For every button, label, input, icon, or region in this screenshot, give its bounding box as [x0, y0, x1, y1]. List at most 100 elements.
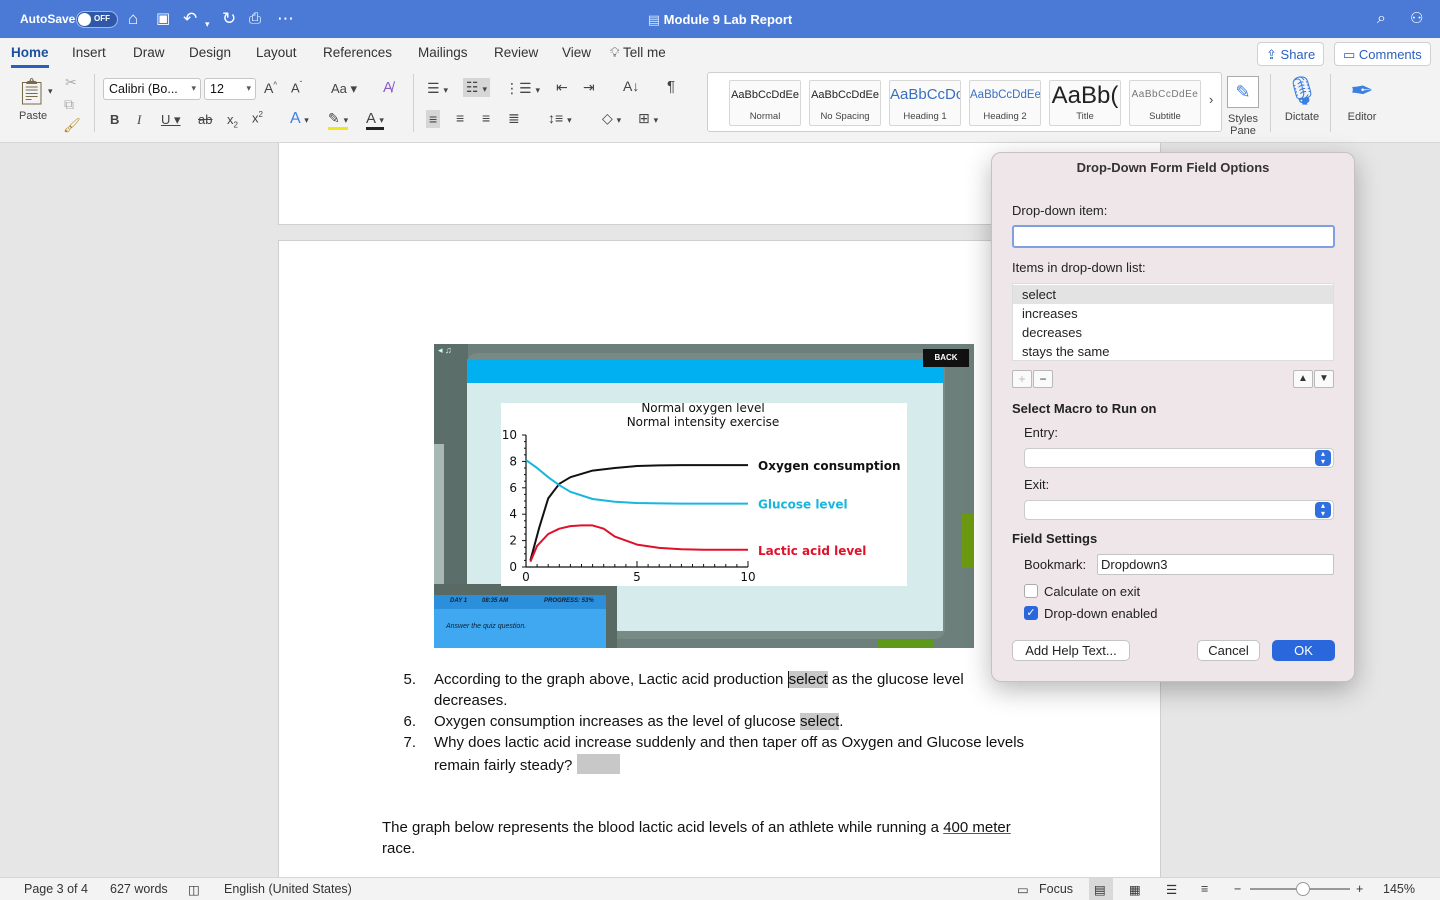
exit-macro-select[interactable]: ▴ ▾	[1024, 500, 1334, 520]
styles-pane-button[interactable]: ✎ Styles Pane	[1224, 74, 1262, 137]
shading-icon[interactable]: ◇ ▾	[602, 110, 621, 127]
align-right-icon[interactable]: ≡	[482, 110, 490, 126]
cancel-button[interactable]: Cancel	[1197, 640, 1260, 661]
underline-icon[interactable]: U ▾	[161, 112, 181, 128]
clear-formatting-icon[interactable]: A̸	[383, 79, 393, 96]
x-tick-label: 5	[633, 570, 641, 584]
decrease-indent-icon[interactable]: ⇤	[556, 79, 568, 96]
entry-macro-select[interactable]: ▴ ▾	[1024, 448, 1334, 468]
outline-view-icon[interactable]: ☰	[1166, 882, 1177, 897]
calculate-on-exit-checkbox[interactable]	[1024, 584, 1038, 598]
zoom-out-icon[interactable]: −	[1234, 882, 1241, 896]
tab-insert[interactable]: Insert	[72, 45, 106, 60]
font-name-box[interactable]: Calibri (Bo... ▾	[103, 78, 201, 100]
style-subtitle[interactable]: AaBbCcDdEe Subtitle	[1129, 80, 1201, 126]
align-center-icon[interactable]: ≡	[456, 110, 464, 126]
line-spacing-icon[interactable]: ↕≡ ▾	[548, 110, 572, 126]
paragraph-link[interactable]: 400 meter	[943, 819, 1011, 836]
list-item[interactable]: increases	[1013, 304, 1333, 323]
list-item[interactable]: decreases	[1013, 323, 1333, 342]
highlight-icon[interactable]: ✎ ▾	[328, 110, 349, 130]
align-left-icon[interactable]: ≡	[426, 110, 441, 128]
style-sample: AaBbCcDc	[890, 86, 960, 103]
italic-icon[interactable]: I	[137, 112, 141, 128]
tab-view[interactable]: View	[562, 45, 591, 60]
proofing-icon[interactable]: ◫	[188, 882, 200, 897]
tab-design[interactable]: Design	[189, 45, 231, 60]
style-heading-1[interactable]: AaBbCcDc Heading 1	[889, 80, 961, 126]
word-count[interactable]: 627 words	[110, 882, 168, 896]
dropdown-items-list[interactable]: select increases decreases stays the sam…	[1012, 283, 1334, 361]
focus-label[interactable]: Focus	[1039, 882, 1073, 896]
justify-icon[interactable]: ≣	[508, 110, 520, 127]
dropdown-field-5[interactable]: select	[787, 671, 828, 688]
list-item[interactable]: stays the same	[1013, 342, 1333, 361]
comments-button[interactable]: ▭ Comments	[1334, 42, 1431, 66]
add-help-text-button[interactable]: Add Help Text...	[1012, 640, 1130, 661]
focus-icon[interactable]: ▭	[1017, 882, 1029, 897]
paste-dropdown-icon[interactable]: ▾	[48, 86, 53, 97]
style-normal[interactable]: AaBbCcDdEe Normal	[729, 80, 801, 126]
change-case-icon[interactable]: Aa ▾	[331, 81, 357, 97]
dictate-button[interactable]: 🎙︎ Dictate	[1281, 74, 1323, 123]
question-7-line-2: remain fairly steady?	[434, 754, 620, 776]
zoom-slider-thumb[interactable]	[1296, 882, 1310, 896]
sort-icon[interactable]: A↓	[623, 78, 639, 94]
tab-mailings[interactable]: Mailings	[418, 45, 468, 60]
list-item[interactable]: select	[1013, 285, 1333, 304]
paragraph-marks-icon[interactable]: ¶	[667, 78, 675, 95]
text-effects-icon[interactable]: A ▾	[290, 110, 309, 128]
format-painter-icon[interactable]: 🖌︎	[63, 117, 81, 134]
font-size-box[interactable]: 12 ▾	[204, 78, 256, 100]
remove-item-button[interactable]: −	[1033, 370, 1053, 388]
numbering-icon[interactable]: ☷ ▾	[463, 78, 490, 97]
account-icon[interactable]: ⚇	[1410, 9, 1423, 29]
add-item-button[interactable]: +	[1012, 370, 1032, 388]
grow-font-icon[interactable]: A^	[264, 80, 277, 96]
share-button[interactable]: ⇪ Share	[1257, 42, 1325, 66]
search-icon[interactable]: ⌕	[1377, 9, 1386, 29]
macro-section-label: Select Macro to Run on	[1012, 401, 1157, 416]
bookmark-input[interactable]: Dropdown3	[1097, 554, 1334, 575]
tab-draw[interactable]: Draw	[133, 45, 165, 60]
question-text: as the glucose level	[827, 671, 964, 688]
web-layout-icon[interactable]: ▦	[1129, 882, 1141, 897]
draft-view-icon[interactable]: ≡	[1201, 882, 1208, 896]
copy-icon[interactable]: ⧉	[64, 96, 74, 113]
page-count[interactable]: Page 3 of 4	[24, 882, 88, 896]
text-field-7[interactable]	[576, 754, 620, 774]
style-no-spacing[interactable]: AaBbCcDdEe No Spacing	[809, 80, 881, 126]
multilevel-list-icon[interactable]: ⋮☰ ▾	[505, 80, 540, 97]
paste-icon[interactable]: 📋︎	[15, 76, 48, 107]
language-status[interactable]: English (United States)	[224, 882, 352, 896]
move-up-button[interactable]: ▲	[1293, 370, 1313, 388]
dropdown-item-input[interactable]	[1012, 225, 1335, 248]
superscript-icon[interactable]: x2	[252, 110, 263, 125]
dropdown-enabled-checkbox[interactable]: ✓	[1024, 606, 1038, 620]
editor-button[interactable]: ✒ Editor	[1342, 74, 1382, 123]
subscript-icon[interactable]: x2	[227, 112, 238, 130]
cut-icon[interactable]: ✂	[65, 74, 77, 91]
zoom-level[interactable]: 145%	[1383, 882, 1415, 896]
style-heading-2[interactable]: AaBbCcDdEe Heading 2	[969, 80, 1041, 126]
ok-button[interactable]: OK	[1272, 640, 1335, 661]
strikethrough-icon[interactable]: ab	[198, 112, 212, 127]
increase-indent-icon[interactable]: ⇥	[583, 79, 595, 96]
bullets-icon[interactable]: ☰ ▾	[427, 80, 448, 97]
tab-home[interactable]: Home	[11, 45, 49, 68]
tell-me[interactable]: 💡︎ Tell me	[610, 45, 666, 61]
style-title[interactable]: AaBb(Title	[1049, 80, 1121, 126]
tab-review[interactable]: Review	[494, 45, 538, 60]
bold-icon[interactable]: B	[110, 112, 119, 127]
chevron-right-icon[interactable]: ›	[1209, 92, 1213, 107]
x-tick-label: 0	[522, 570, 530, 584]
dropdown-field-6[interactable]: select	[800, 713, 840, 730]
tab-layout[interactable]: Layout	[256, 45, 297, 60]
font-color-icon[interactable]: A ▾	[366, 110, 384, 130]
move-down-button[interactable]: ▼	[1314, 370, 1334, 388]
tab-references[interactable]: References	[323, 45, 392, 60]
borders-icon[interactable]: ⊞ ▾	[638, 110, 658, 127]
zoom-in-icon[interactable]: +	[1356, 882, 1363, 896]
style-name: Heading 2	[983, 111, 1027, 122]
shrink-font-icon[interactable]: Aˇ	[291, 80, 302, 95]
